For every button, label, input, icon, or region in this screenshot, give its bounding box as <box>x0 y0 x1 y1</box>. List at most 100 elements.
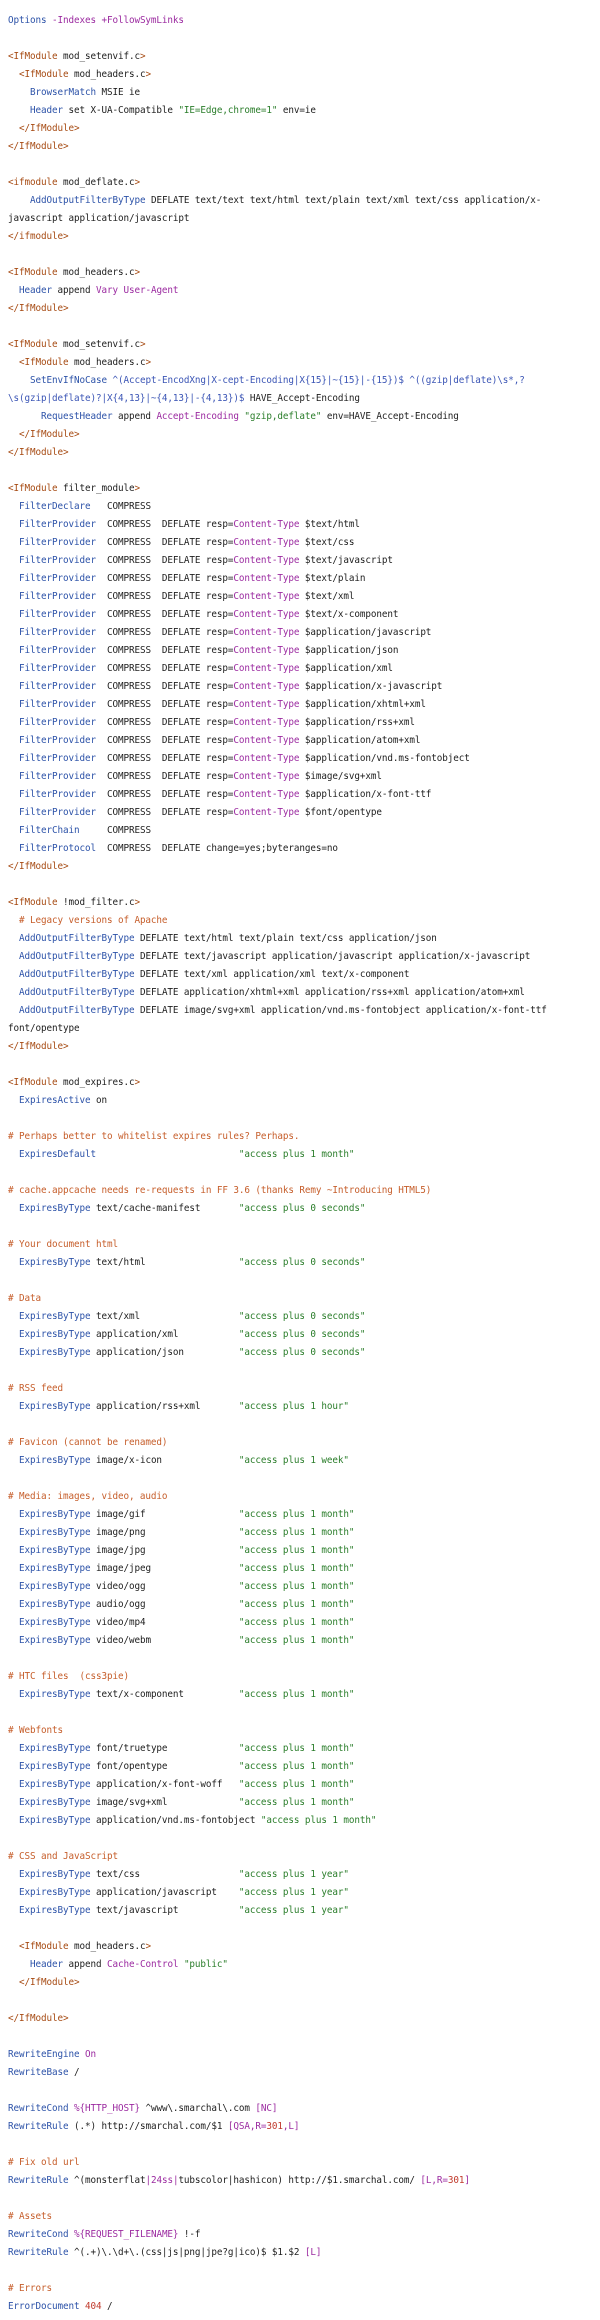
code-token: !mod_filter.c <box>57 897 135 908</box>
code-token: Header <box>19 285 52 296</box>
code-token: > <box>134 267 140 278</box>
code-token: "access plus 1 year" <box>238 1905 349 1916</box>
code-token: ^(.+)\.\d+\.(css|js|png|jpe?g|ico)$ $1.$… <box>68 2247 305 2258</box>
code-token: "access plus 1 month" <box>238 1581 355 1592</box>
code-token: "access plus 1 month" <box>238 1599 355 1610</box>
code-token: FilterProvider <box>19 519 96 530</box>
code-token: RewriteRule <box>8 2247 69 2258</box>
code-line: FilterProvider COMPRESS DEFLATE resp=Con… <box>8 588 592 606</box>
code-line: ExpiresByType text/javascript "access pl… <box>8 1902 592 1920</box>
code-line: FilterProvider COMPRESS DEFLATE resp=Con… <box>8 516 592 534</box>
code-token: RewriteEngine <box>8 2049 80 2060</box>
code-token: FilterChain <box>19 825 80 836</box>
code-token: COMPRESS DEFLATE resp= <box>95 681 234 692</box>
code-token: # Perhaps better to whitelist expires ru… <box>8 1131 300 1142</box>
code-token: image/x-icon <box>90 1455 239 1466</box>
code-token: "access plus 1 year" <box>238 1887 349 1898</box>
code-token: > <box>145 357 151 368</box>
code-token: <IfModule <box>19 1941 69 1952</box>
code-token: </IfModule> <box>19 429 80 440</box>
code-token: 301 <box>447 2175 465 2186</box>
code-line: </IfModule> <box>8 444 592 462</box>
code-token: BrowserMatch <box>30 87 96 98</box>
code-token: FilterProvider <box>19 555 96 566</box>
code-token: $application/xml <box>299 663 393 674</box>
code-token: > <box>134 177 140 188</box>
code-line: </IfModule> <box>8 858 592 876</box>
code-line: ExpiresByType text/cache-manifest "acces… <box>8 1200 592 1218</box>
code-line: FilterProvider COMPRESS DEFLATE resp=Con… <box>8 750 592 768</box>
code-token: "access plus 1 month" <box>238 1761 355 1772</box>
code-view: Options -Indexes +FollowSymLinks <IfModu… <box>0 0 600 2316</box>
code-token: FilterProvider <box>19 627 96 638</box>
code-token: Content-Type <box>233 573 300 584</box>
code-line: Header append Vary User-Agent <box>8 282 592 300</box>
code-token: # RSS feed <box>8 1383 63 1394</box>
code-token: COMPRESS DEFLATE resp= <box>95 807 234 818</box>
code-token: FilterDeclare <box>19 501 91 512</box>
code-line: FilterProvider COMPRESS DEFLATE resp=Con… <box>8 678 592 696</box>
code-line: # HTC files (css3pie) <box>8 1668 592 1686</box>
code-token: image/jpeg <box>90 1563 239 1574</box>
code-line: ExpiresByType video/mp4 "access plus 1 m… <box>8 1614 592 1632</box>
code-line: BrowserMatch MSIE ie <box>8 84 592 102</box>
code-token: audio/ogg <box>90 1599 239 1610</box>
code-token: application/json <box>90 1347 239 1358</box>
code-token: Content-Type <box>233 663 300 674</box>
code-token: FilterProvider <box>19 645 96 656</box>
code-token: <IfModule <box>8 1077 58 1088</box>
code-token: </IfModule> <box>8 861 69 872</box>
code-line: FilterProvider COMPRESS DEFLATE resp=Con… <box>8 624 592 642</box>
code-line: # cache.appcache needs re-requests in FF… <box>8 1182 592 1200</box>
code-token: [QSA,R= <box>227 2121 267 2132</box>
code-token: mod_headers.c <box>68 357 146 368</box>
code-token: ExpiresByType <box>19 1905 91 1916</box>
code-token: ExpiresByType <box>19 1617 91 1628</box>
code-token: ExpiresByType <box>19 1635 91 1646</box>
code-line: RewriteEngine On <box>8 2046 592 2064</box>
code-token: </IfModule> <box>8 2013 69 2024</box>
code-token: ExpiresByType <box>19 1869 91 1880</box>
code-token: DEFLATE text/javascript application/java… <box>134 951 531 962</box>
code-token: mod_headers.c <box>57 267 135 278</box>
code-token: On <box>84 2049 96 2060</box>
code-token: font/opentype <box>90 1761 239 1772</box>
code-token: env=HAVE_Accept-Encoding <box>321 411 459 422</box>
code-token: Content-Type <box>233 537 300 548</box>
code-token: DEFLATE application/xhtml+xml applicatio… <box>134 987 525 998</box>
code-token: <IfModule <box>19 69 69 80</box>
code-token: Content-Type <box>233 807 300 818</box>
code-token: > <box>139 51 146 62</box>
code-token: Content-Type <box>233 753 300 764</box>
code-token: ExpiresByType <box>19 1743 91 1754</box>
code-line: FilterProvider COMPRESS DEFLATE resp=Con… <box>8 642 592 660</box>
code-token: $application/vnd.ms-fontobject <box>299 753 470 764</box>
code-line: </ifmodule> <box>8 228 592 246</box>
code-line: # Assets <box>8 2208 592 2226</box>
code-token: "access plus 1 month" <box>238 1149 355 1160</box>
code-token: "access plus 0 seconds" <box>238 1257 366 1268</box>
